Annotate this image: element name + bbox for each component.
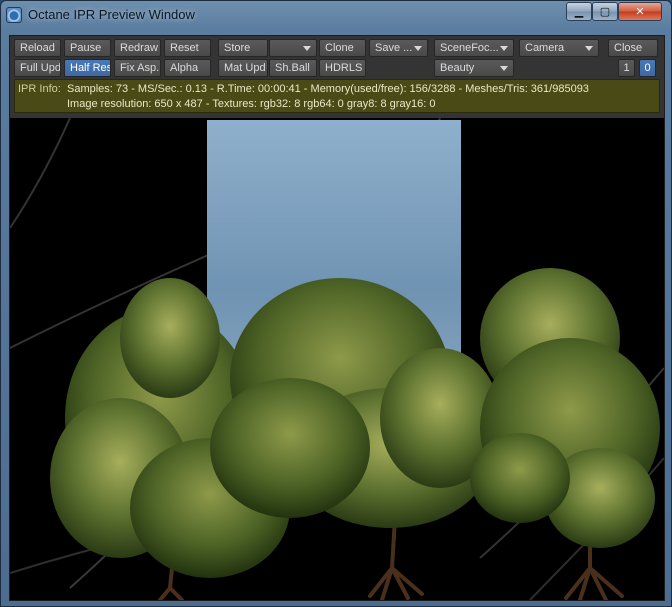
ipr-info-label: IPR Info:: [18, 83, 61, 95]
clone-button[interactable]: Clone: [319, 39, 366, 57]
ipr-preview-window: Octane IPR Preview Window ▁ ▢ ✕ Reload P…: [0, 0, 672, 607]
scene-focus-dropdown[interactable]: SceneFoc...: [434, 39, 514, 57]
window-title: Octane IPR Preview Window: [28, 7, 195, 22]
alpha-toggle[interactable]: Alpha: [164, 59, 211, 77]
octane-app-icon: [6, 7, 22, 23]
reset-button[interactable]: Reset: [164, 39, 211, 57]
close-window-button[interactable]: ✕: [618, 2, 662, 21]
store-button[interactable]: Store: [218, 39, 268, 57]
camera-dropdown[interactable]: Camera: [519, 39, 599, 57]
minimize-button[interactable]: ▁: [566, 2, 592, 21]
grid-line: [10, 118, 71, 229]
reload-button[interactable]: Reload: [14, 39, 61, 57]
page-0-button[interactable]: 0: [639, 59, 656, 77]
fix-aspect-toggle[interactable]: Fix Asp.: [114, 59, 161, 77]
render-image: [10, 118, 664, 600]
ipr-info-stats: Samples: 73 - MS/Sec.: 0.13 - R.Time: 00…: [67, 83, 589, 95]
hdrls-toggle[interactable]: HDRLS: [319, 59, 366, 77]
full-update-toggle[interactable]: Full Upd.: [14, 59, 61, 77]
ipr-info-resolution: Image resolution: 650 x 487 - Textures: …: [67, 98, 436, 110]
store-slot-dropdown[interactable]: [269, 39, 317, 57]
ipr-info-panel: IPR Info: Samples: 73 - MS/Sec.: 0.13 - …: [14, 79, 660, 113]
half-res-toggle[interactable]: Half Res: [64, 59, 111, 77]
render-pass-dropdown[interactable]: Beauty: [434, 59, 514, 77]
page-1-button[interactable]: 1: [618, 59, 635, 77]
save-dropdown[interactable]: Save ...: [369, 39, 428, 57]
tree-foliage-right: [470, 268, 660, 548]
redraw-button[interactable]: Redraw: [114, 39, 161, 57]
material-update-toggle[interactable]: Mat Upd: [218, 59, 268, 77]
close-button[interactable]: Close: [608, 39, 658, 57]
client-area: Reload Pause Redraw Reset Store Clone Sa…: [9, 35, 665, 601]
render-viewport[interactable]: [10, 118, 664, 600]
pause-button[interactable]: Pause: [64, 39, 111, 57]
title-bar[interactable]: Octane IPR Preview Window ▁ ▢ ✕: [1, 1, 671, 31]
shader-ball-toggle[interactable]: Sh.Ball: [269, 59, 317, 77]
maximize-button[interactable]: ▢: [592, 2, 618, 21]
